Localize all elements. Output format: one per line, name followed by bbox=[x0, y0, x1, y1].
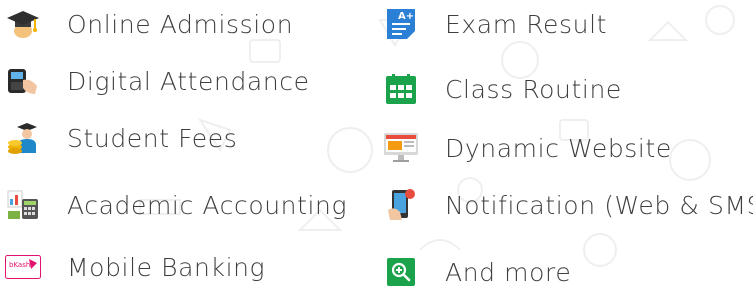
feature-exam-result[interactable]: A+ Exam Result bbox=[382, 4, 607, 44]
feature-notification[interactable]: Notification (Web & SMS) bbox=[382, 185, 753, 225]
feature-digital-attendance[interactable]: Digital Attendance bbox=[4, 61, 310, 101]
svg-text:bKash: bKash bbox=[9, 261, 30, 269]
feature-label: And more bbox=[445, 257, 572, 287]
svg-text:A+: A+ bbox=[398, 11, 414, 22]
feature-academic-accounting[interactable]: Academic Accounting bbox=[4, 185, 347, 225]
feature-online-admission[interactable]: Online Admission bbox=[4, 4, 293, 44]
feature-mobile-banking[interactable]: bKash Mobile Banking bbox=[4, 247, 265, 287]
calendar-grid-icon bbox=[382, 70, 420, 108]
feature-label: Student Fees bbox=[67, 123, 238, 153]
feature-label: Academic Accounting bbox=[67, 190, 348, 220]
feature-label: Digital Attendance bbox=[67, 66, 310, 96]
bkash-card-icon: bKash bbox=[4, 248, 42, 286]
feature-label: Exam Result bbox=[445, 9, 608, 39]
feature-student-fees[interactable]: Student Fees bbox=[4, 118, 237, 158]
feature-class-routine[interactable]: Class Routine bbox=[382, 69, 622, 109]
student-coins-icon bbox=[4, 119, 42, 157]
feature-label: Mobile Banking bbox=[67, 252, 266, 282]
phone-notification-icon bbox=[382, 186, 420, 224]
feature-label: Class Routine bbox=[445, 74, 622, 104]
feature-dynamic-website[interactable]: Dynamic Website bbox=[382, 128, 672, 168]
exam-result-document-icon: A+ bbox=[382, 5, 420, 43]
graduation-cap-icon bbox=[4, 5, 42, 43]
feature-label: Notification (Web & SMS) bbox=[445, 190, 753, 220]
desktop-monitor-icon bbox=[382, 129, 420, 167]
feature-label: Dynamic Website bbox=[445, 133, 672, 163]
feature-label: Online Admission bbox=[67, 9, 294, 39]
feature-and-more[interactable]: And more bbox=[382, 252, 571, 292]
accounting-calculator-icon bbox=[4, 186, 42, 224]
fingerprint-device-icon bbox=[4, 62, 42, 100]
zoom-in-icon bbox=[382, 253, 420, 291]
